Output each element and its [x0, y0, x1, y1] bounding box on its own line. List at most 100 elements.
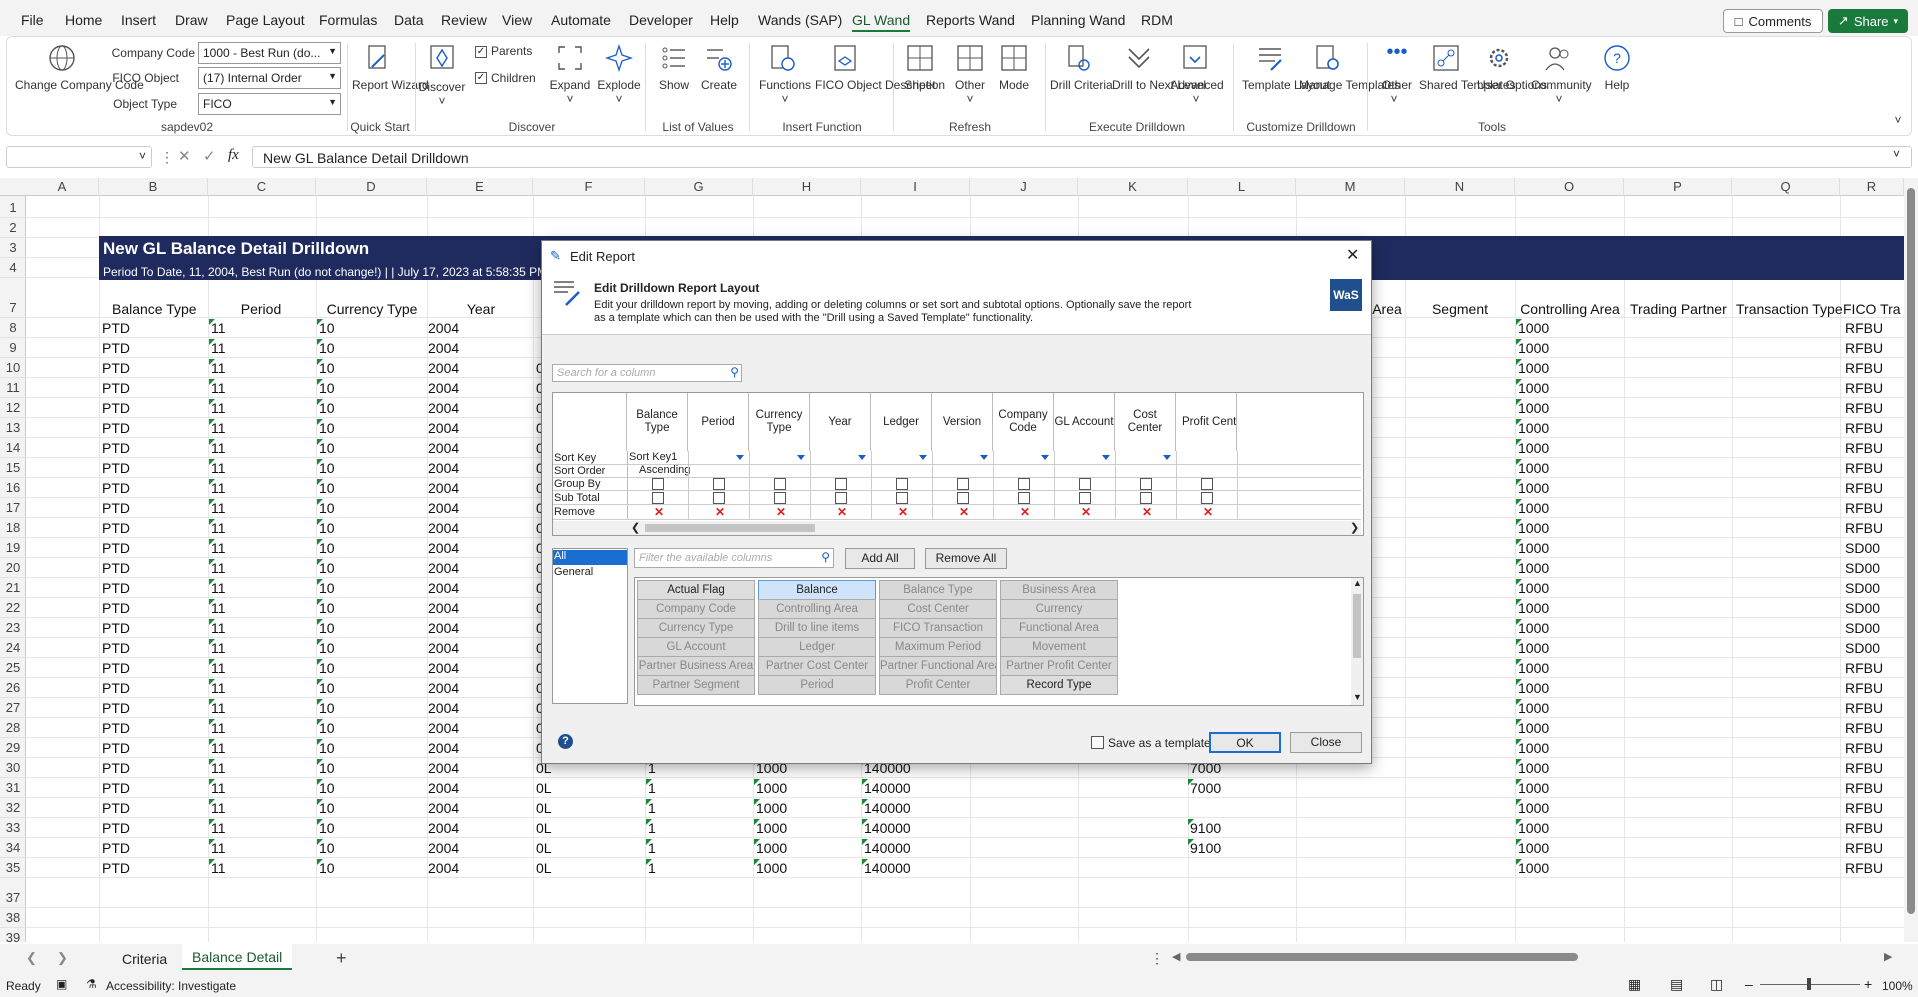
ok-button[interactable]: OK [1209, 732, 1281, 753]
sort-key-dropdown[interactable] [1102, 455, 1110, 460]
cell-company-code[interactable]: 1000 [756, 818, 787, 838]
cell-balance-type[interactable]: PTD [102, 798, 130, 818]
template-layout-button[interactable]: Template Layout [1242, 78, 1330, 93]
sort-key-dropdown[interactable] [1163, 455, 1171, 460]
cell-year[interactable]: 2004 [428, 398, 459, 418]
cell-gl-account[interactable]: 140000 [864, 838, 911, 858]
cell-balance-type[interactable]: PTD [102, 678, 130, 698]
cell-balance-type[interactable]: PTD [102, 698, 130, 718]
cell-cost-center[interactable]: 7000 [1190, 778, 1221, 798]
cell-year[interactable]: 2004 [428, 358, 459, 378]
cell-year[interactable]: 2004 [428, 758, 459, 778]
cell-controlling-area[interactable]: 1000 [1518, 458, 1549, 478]
row-header[interactable]: 7 [0, 298, 26, 318]
sort-order-value[interactable]: Ascending [639, 464, 690, 476]
column-search-input[interactable]: Search for a column ⚲ [552, 364, 742, 382]
available-column-item[interactable]: Business Area [1000, 580, 1118, 600]
cell-year[interactable]: 2004 [428, 618, 459, 638]
cell-controlling-area[interactable]: 1000 [1518, 698, 1549, 718]
row-header[interactable]: 20 [0, 558, 26, 578]
cell-fico-transaction[interactable]: RFBU [1845, 738, 1883, 758]
cell-year[interactable]: 2004 [428, 578, 459, 598]
cell-fico-transaction[interactable]: RFBU [1845, 798, 1883, 818]
cell-controlling-area[interactable]: 1000 [1518, 558, 1549, 578]
menu-planning-wand[interactable]: Planning Wand [1031, 12, 1125, 28]
fico-object-select[interactable]: (17) Internal Order ▼ [198, 67, 341, 89]
subtotal-checkbox[interactable] [1140, 492, 1152, 504]
cell-fico-transaction[interactable]: RFBU [1845, 838, 1883, 858]
row-header[interactable]: 32 [0, 798, 26, 818]
explode-button[interactable]: Explode [595, 78, 643, 93]
drill-to-next-level-button[interactable]: Drill to Next Level [1112, 78, 1206, 93]
row-header[interactable]: 28 [0, 718, 26, 738]
cell-balance-type[interactable]: PTD [102, 818, 130, 838]
cell-year[interactable]: 2004 [428, 698, 459, 718]
layout-horizontal-scrollbar[interactable]: ❮ ❯ [553, 521, 1361, 535]
vertical-scrollbar[interactable] [1904, 178, 1918, 942]
cell-fico-transaction[interactable]: RFBU [1845, 358, 1883, 378]
cell-year[interactable]: 2004 [428, 818, 459, 838]
layout-col-profit-center[interactable]: Profit Cent [1176, 393, 1237, 451]
scroll-right-icon[interactable]: ▶ [1884, 950, 1892, 963]
zoom-slider[interactable] [1760, 978, 1860, 990]
page-break-view-icon[interactable]: ◫ [1710, 976, 1723, 993]
page-layout-view-icon[interactable]: ▤ [1670, 976, 1683, 993]
row-header[interactable]: 26 [0, 678, 26, 698]
available-column-item[interactable]: Partner Cost Center [758, 656, 876, 676]
row-header[interactable]: 10 [0, 358, 26, 378]
available-column-item[interactable]: Cost Center [879, 599, 997, 619]
remove-column-icon[interactable]: ✕ [959, 505, 969, 519]
show-button[interactable]: Show [652, 78, 696, 93]
layout-col-gl-account[interactable]: GL Account [1054, 393, 1115, 451]
cell-year[interactable]: 2004 [428, 418, 459, 438]
cell-year[interactable]: 2004 [428, 438, 459, 458]
row-header[interactable]: 21 [0, 578, 26, 598]
available-column-item[interactable]: Period [758, 675, 876, 695]
cell-balance-type[interactable]: PTD [102, 398, 130, 418]
layout-col-ledger[interactable]: Ledger [871, 393, 932, 451]
sheet-button[interactable]: Sheet [900, 78, 940, 93]
sort-key-value[interactable]: Sort Key1 [629, 451, 677, 463]
manage-templates-button[interactable]: Manage Templates [1299, 78, 1400, 93]
available-column-item[interactable]: Record Type [1000, 675, 1118, 695]
available-column-item[interactable]: Actual Flag [637, 580, 755, 600]
cell-cost-center[interactable]: 9100 [1190, 838, 1221, 858]
available-column-item[interactable]: Company Code [637, 599, 755, 619]
menu-data[interactable]: Data [394, 12, 424, 28]
cell-year[interactable]: 2004 [428, 378, 459, 398]
cell-year[interactable]: 2004 [428, 738, 459, 758]
cell-fico-transaction[interactable]: RFBU [1845, 518, 1883, 538]
cell-balance-type[interactable]: PTD [102, 438, 130, 458]
cell-fico-transaction[interactable]: SD00 [1845, 598, 1880, 618]
group-by-checkbox[interactable] [1079, 478, 1091, 490]
column-header[interactable]: J [970, 178, 1078, 196]
cell-controlling-area[interactable]: 1000 [1518, 658, 1549, 678]
row-header[interactable]: 18 [0, 518, 26, 538]
cell-controlling-area[interactable]: 1000 [1518, 358, 1549, 378]
user-options-button[interactable]: User Options [1477, 78, 1547, 93]
row-header[interactable]: 12 [0, 398, 26, 418]
layout-col-currency-type[interactable]: Currency Type [749, 393, 810, 451]
chevron-down-icon[interactable]: ▼ [1353, 692, 1362, 702]
company-code-select[interactable]: 1000 - Best Run (do... ▼ [198, 42, 341, 64]
add-sheet-button[interactable]: + [336, 948, 347, 969]
cell-balance-type[interactable]: PTD [102, 518, 130, 538]
comments-button[interactable]: □ Comments [1723, 9, 1823, 33]
available-column-item[interactable]: Ledger [758, 637, 876, 657]
cell-fico-transaction[interactable]: SD00 [1845, 538, 1880, 558]
cell-year[interactable]: 2004 [428, 658, 459, 678]
group-by-checkbox[interactable] [1201, 478, 1213, 490]
cell-controlling-area[interactable]: 1000 [1518, 778, 1549, 798]
cell-ledger[interactable]: 0L [536, 798, 552, 818]
row-header[interactable]: 23 [0, 618, 26, 638]
chevron-right-icon[interactable]: ❯ [57, 950, 68, 966]
menu-rdm[interactable]: RDM [1141, 12, 1173, 28]
category-all[interactable]: All [553, 550, 627, 565]
cell-year[interactable]: 2004 [428, 718, 459, 738]
layout-col-year[interactable]: Year [810, 393, 871, 451]
advanced-button[interactable]: Advanced [1169, 78, 1225, 93]
menu-review[interactable]: Review [441, 12, 487, 28]
group-by-checkbox[interactable] [713, 478, 725, 490]
cell-controlling-area[interactable]: 1000 [1518, 678, 1549, 698]
cell-fico-transaction[interactable]: RFBU [1845, 818, 1883, 838]
